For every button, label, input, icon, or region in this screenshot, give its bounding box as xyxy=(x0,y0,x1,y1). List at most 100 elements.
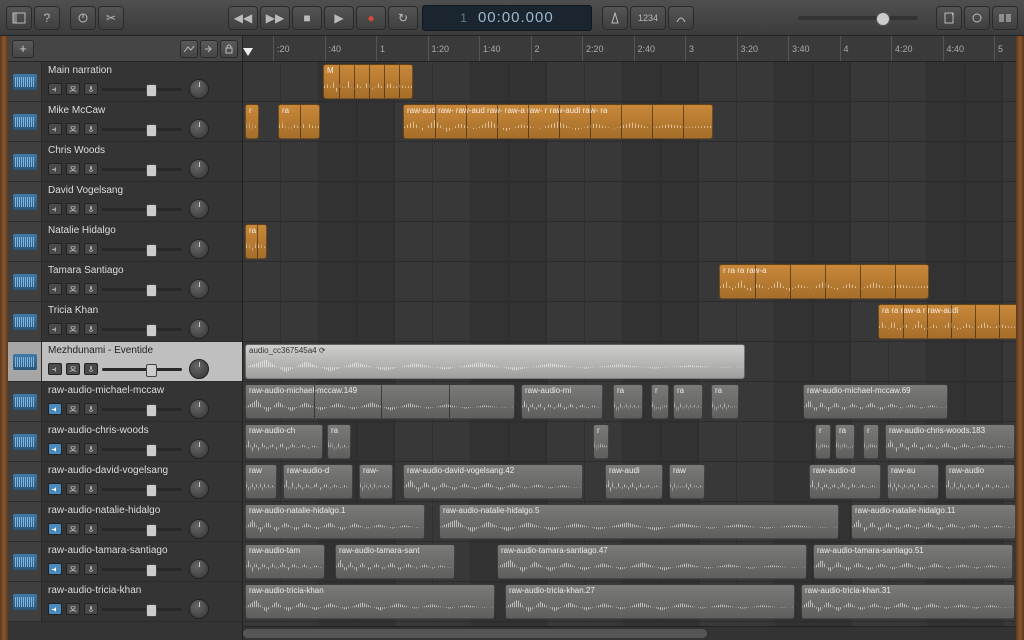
volume-fader[interactable] xyxy=(102,248,182,251)
editor-button[interactable] xyxy=(70,6,96,30)
audio-region[interactable]: raw-audio-tricia-khan.31 xyxy=(801,584,1015,619)
track-header[interactable]: Mezhdunami - Eventide xyxy=(8,342,242,382)
track-header[interactable]: raw-audio-tricia-khan xyxy=(8,582,242,622)
input-button[interactable] xyxy=(84,123,98,135)
input-button[interactable] xyxy=(84,363,98,375)
mute-button[interactable] xyxy=(48,563,62,575)
pan-knob[interactable] xyxy=(189,359,209,379)
track-header[interactable]: Tricia Khan xyxy=(8,302,242,342)
input-button[interactable] xyxy=(84,283,98,295)
media-button[interactable] xyxy=(992,6,1018,30)
mute-button[interactable] xyxy=(48,83,62,95)
input-button[interactable] xyxy=(84,523,98,535)
volume-fader[interactable] xyxy=(102,448,182,451)
audio-region[interactable]: ra xyxy=(613,384,643,419)
audio-region[interactable]: raw-audio xyxy=(945,464,1015,499)
solo-button[interactable] xyxy=(66,323,80,335)
volume-fader[interactable] xyxy=(102,168,182,171)
solo-button[interactable] xyxy=(66,363,80,375)
mute-button[interactable] xyxy=(48,603,62,615)
audio-region[interactable]: raw- xyxy=(359,464,393,499)
track-lane[interactable]: raw-audio-natalie-hidalgo.1raw-audio-nat… xyxy=(243,502,1016,542)
volume-fader[interactable] xyxy=(102,368,182,371)
pan-knob[interactable] xyxy=(189,119,209,139)
input-button[interactable] xyxy=(84,563,98,575)
track-header[interactable]: raw-audio-natalie-hidalgo xyxy=(8,502,242,542)
audio-region[interactable]: r xyxy=(651,384,669,419)
automation-toggle[interactable] xyxy=(180,40,198,58)
playhead-icon[interactable] xyxy=(243,48,253,56)
audio-region[interactable]: raw-audio-ch xyxy=(245,424,323,459)
track-header[interactable]: raw-audio-david-vogelsang xyxy=(8,462,242,502)
solo-button[interactable] xyxy=(66,283,80,295)
track-lane[interactable]: raw-audio-tamraw-audio-tamara-santraw-au… xyxy=(243,542,1016,582)
track-header[interactable]: Mike McCaw xyxy=(8,102,242,142)
track-lane[interactable]: audio_cc367545a4 ⟳ xyxy=(243,342,1016,382)
audio-region[interactable]: ra ra raw-a r raw-audi xyxy=(878,304,1016,339)
track-lock[interactable] xyxy=(220,40,238,58)
cycle-button[interactable]: ↻ xyxy=(388,6,418,30)
ruler[interactable]: :20:4011:201:4022:202:4033:203:4044:204:… xyxy=(243,36,1016,62)
input-button[interactable] xyxy=(84,243,98,255)
rewind-button[interactable]: ◀◀ xyxy=(228,6,258,30)
track-header[interactable]: raw-audio-tamara-santiago xyxy=(8,542,242,582)
audio-region[interactable]: raw-audio-natalie-hidalgo.5 xyxy=(439,504,839,539)
countin-button[interactable]: 1234 xyxy=(630,6,666,30)
audio-region[interactable]: raw-aud raw- raw-aud raw- raw-a raw- r r… xyxy=(403,104,713,139)
mute-button[interactable] xyxy=(48,283,62,295)
metronome-button[interactable] xyxy=(602,6,628,30)
track-header[interactable]: Tamara Santiago xyxy=(8,262,242,302)
input-button[interactable] xyxy=(84,443,98,455)
mute-button[interactable] xyxy=(48,443,62,455)
audio-region[interactable]: raw xyxy=(669,464,705,499)
forward-button[interactable]: ▶▶ xyxy=(260,6,290,30)
audio-region[interactable]: raw-audio-tricia-khan.27 xyxy=(505,584,795,619)
volume-fader[interactable] xyxy=(102,288,182,291)
volume-fader[interactable] xyxy=(102,568,182,571)
audio-region[interactable]: raw-audio-d xyxy=(809,464,881,499)
horizontal-scrollbar[interactable] xyxy=(243,626,1016,640)
solo-button[interactable] xyxy=(66,163,80,175)
audio-region[interactable]: ra xyxy=(245,224,267,259)
track-lane[interactable]: raw-audio-michael-mccaw.149raw-audio-mir… xyxy=(243,382,1016,422)
audio-region[interactable]: ra xyxy=(835,424,855,459)
input-button[interactable] xyxy=(84,403,98,415)
solo-button[interactable] xyxy=(66,443,80,455)
track-lane[interactable]: raw-audio-tricia-khanraw-audio-tricia-kh… xyxy=(243,582,1016,622)
audio-region[interactable]: ra xyxy=(673,384,703,419)
audio-region[interactable]: ra xyxy=(327,424,351,459)
input-button[interactable] xyxy=(84,323,98,335)
audio-region[interactable]: raw-audio-tamara-sant xyxy=(335,544,455,579)
stop-button[interactable]: ■ xyxy=(292,6,322,30)
audio-region[interactable]: raw-audio-tamara-santiago.47 xyxy=(497,544,807,579)
audio-region[interactable]: raw-audio-d xyxy=(283,464,353,499)
audio-region[interactable]: raw-audio-michael-mccaw.149 xyxy=(245,384,515,419)
track-header[interactable]: Main narration xyxy=(8,62,242,102)
lanes[interactable]: Mrraraw-aud raw- raw-aud raw- raw-a raw-… xyxy=(243,62,1016,626)
mute-button[interactable] xyxy=(48,203,62,215)
volume-fader[interactable] xyxy=(102,488,182,491)
volume-fader[interactable] xyxy=(102,408,182,411)
pan-knob[interactable] xyxy=(189,439,209,459)
play-button[interactable]: ▶ xyxy=(324,6,354,30)
record-button[interactable]: ● xyxy=(356,6,386,30)
quickhelp-button[interactable]: ? xyxy=(34,6,60,30)
solo-button[interactable] xyxy=(66,603,80,615)
audio-region[interactable]: raw xyxy=(245,464,277,499)
pan-knob[interactable] xyxy=(189,319,209,339)
audio-region[interactable]: r ra ra raw-a xyxy=(719,264,929,299)
mute-button[interactable] xyxy=(48,323,62,335)
track-lane[interactable]: rawraw-audio-draw-raw-audio-david-vogels… xyxy=(243,462,1016,502)
track-lane[interactable]: raw-audio-chrarrrarraw-audio-chris-woods… xyxy=(243,422,1016,462)
track-lane[interactable]: rraraw-aud raw- raw-aud raw- raw-a raw- … xyxy=(243,102,1016,142)
track-header[interactable]: raw-audio-michael-mccaw xyxy=(8,382,242,422)
mute-button[interactable] xyxy=(48,363,62,375)
audio-region[interactable]: raw-audio-david-vogelsang.42 xyxy=(403,464,583,499)
pan-knob[interactable] xyxy=(189,199,209,219)
pan-knob[interactable] xyxy=(189,159,209,179)
audio-region[interactable]: raw-au xyxy=(887,464,939,499)
track-lane[interactable] xyxy=(243,182,1016,222)
lcd-display[interactable]: 1 00:00.000 xyxy=(422,5,592,31)
audio-region[interactable]: r xyxy=(863,424,879,459)
add-track-button[interactable]: + xyxy=(12,40,34,58)
